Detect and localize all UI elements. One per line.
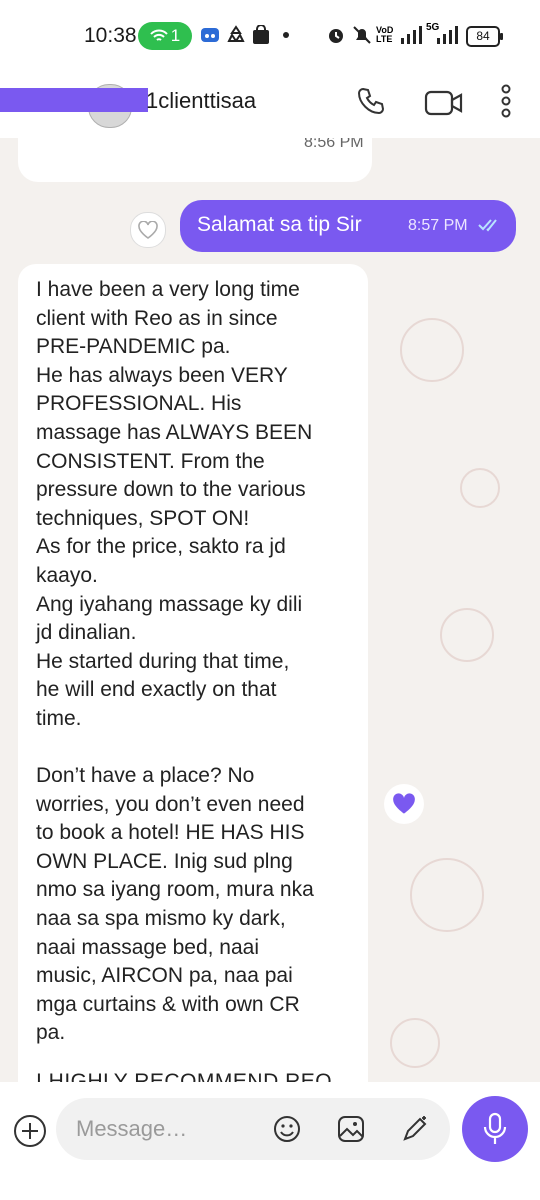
status-bar: 10:38 1 VoD LTE 5G 84 <box>0 0 540 72</box>
redaction-bar <box>0 88 148 112</box>
battery-level: 84 <box>476 29 490 43</box>
volte-label: VoD LTE <box>376 25 394 44</box>
alarm-icon <box>329 29 343 43</box>
background-doodle <box>400 318 464 382</box>
message-bubble-incoming[interactable]: I have been a very long time client with… <box>18 264 368 1082</box>
hotspot-indicator: 1 <box>138 22 192 50</box>
message-bubble-outgoing[interactable]: Salamat sa tip Sir 8:57 PM <box>180 200 516 252</box>
message-time: 8:56 PM <box>304 138 364 151</box>
signal-icon <box>401 26 422 44</box>
background-doodle <box>440 608 494 662</box>
mic-button[interactable] <box>462 1096 528 1162</box>
image-sticker-icon[interactable] <box>336 1114 366 1144</box>
message-placeholder: Message… <box>76 1116 188 1141</box>
read-receipt-icon <box>478 219 497 232</box>
message-bubble-incoming[interactable]: 8:56 PM <box>18 138 372 182</box>
background-doodle <box>410 858 484 932</box>
message-text-cutoff: I HIGHLY RECOMMEND REO <box>36 1070 333 1082</box>
add-icon[interactable] <box>14 1115 46 1147</box>
shopping-bag-icon <box>253 25 269 44</box>
contact-name[interactable]: 1clienttisaa <box>146 88 256 114</box>
liked-heart-icon[interactable] <box>384 784 424 824</box>
message-time: 8:57 PM <box>408 217 468 234</box>
status-time: 10:38 <box>84 24 137 47</box>
battery-icon: 84 <box>466 26 503 47</box>
cloud-app-icon <box>201 28 219 42</box>
message-text: I have been a very long time client with… <box>36 278 314 1045</box>
message-text: Salamat sa tip Sir <box>197 213 362 236</box>
mute-icon <box>353 26 371 44</box>
call-icon[interactable] <box>356 86 386 116</box>
signal-icon-2 <box>437 26 458 44</box>
emoji-icon[interactable] <box>272 1114 302 1144</box>
more-notifications-dot <box>283 32 289 38</box>
hotspot-count: 1 <box>170 26 181 45</box>
message-composer: Message… <box>0 1082 540 1200</box>
background-doodle <box>390 1018 440 1068</box>
video-icon[interactable] <box>424 90 464 116</box>
chat-area[interactable]: 8:56 PM Salamat sa tip Sir 8:57 PM I hav… <box>0 138 540 1082</box>
background-doodle <box>460 468 500 508</box>
like-heart-icon[interactable] <box>130 212 166 248</box>
mic-icon <box>483 1112 507 1144</box>
wifi-icon <box>150 29 168 41</box>
message-input[interactable]: Message… <box>56 1098 450 1160</box>
magic-pen-icon[interactable] <box>400 1114 430 1144</box>
more-icon[interactable] <box>500 84 512 118</box>
recycle-icon <box>227 25 245 42</box>
